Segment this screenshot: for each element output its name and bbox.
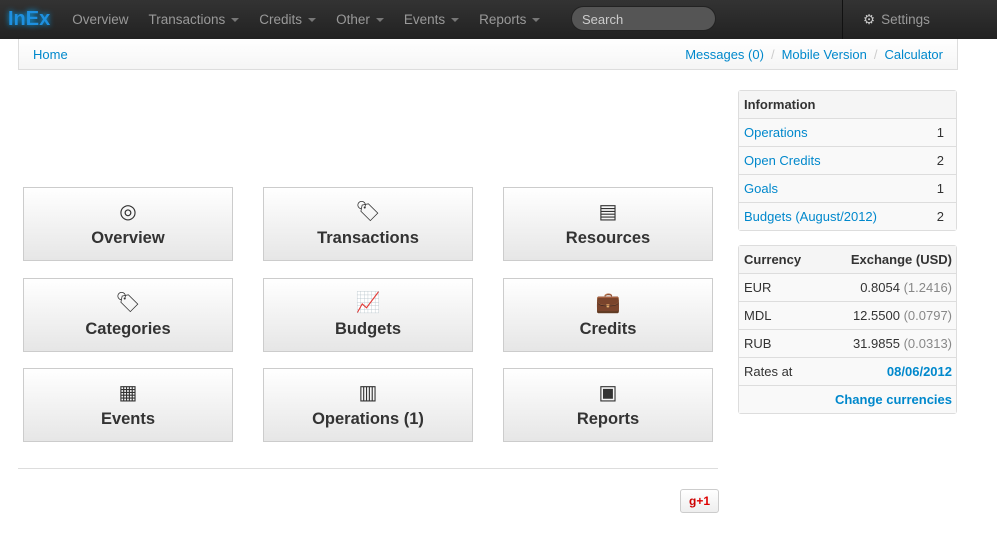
tile-categories[interactable]: 🏷 Categories	[23, 278, 233, 352]
nav-events[interactable]: Events	[394, 12, 469, 27]
tile-label: Resources	[565, 229, 651, 247]
caret-down-icon	[308, 17, 317, 22]
caret-down-icon	[231, 17, 240, 22]
change-currencies-link[interactable]: Change currencies	[835, 392, 952, 407]
info-row: Operations 1	[739, 118, 956, 146]
info-count: 2	[936, 153, 944, 168]
info-count: 1	[936, 181, 944, 196]
tile-label: Events	[100, 410, 156, 428]
panel-title: Information	[744, 97, 816, 112]
separator: /	[873, 46, 878, 62]
currency-row: EUR 0.8054 (1.2416)	[739, 273, 956, 301]
currency-header: Currency Exchange (USD)	[739, 246, 956, 273]
budgets-link[interactable]: Budgets (August/2012)	[744, 209, 877, 224]
rates-date-link[interactable]: 08/06/2012	[887, 364, 952, 379]
nav-reports[interactable]: Reports	[469, 12, 550, 27]
nav-label: Overview	[72, 12, 129, 27]
rates-at-label: Rates at	[744, 364, 793, 379]
nav-transactions[interactable]: Transactions	[139, 12, 250, 27]
brand-logo[interactable]: InEx	[8, 8, 50, 31]
briefcase-icon: 💼	[595, 292, 621, 314]
wallet-icon: ▤	[598, 201, 618, 223]
google-plus-button[interactable]: g+1	[680, 489, 719, 513]
navbar: InEx Overview Transactions Credits Other…	[0, 0, 997, 39]
tile-credits[interactable]: 💼 Credits	[503, 278, 713, 352]
currency-panel: Currency Exchange (USD) EUR 0.8054 (1.2416…	[738, 245, 957, 414]
panel-header: Information	[739, 91, 956, 118]
currency-code: EUR	[744, 280, 772, 295]
currency-code: RUB	[744, 336, 772, 351]
tile-label: Reports	[576, 410, 640, 428]
currency-row: MDL 12.5500 (0.0797)	[739, 301, 956, 329]
information-panel: Information Operations 1 Open Credits 2 Go…	[738, 90, 957, 231]
goals-link[interactable]: Goals	[744, 181, 778, 196]
tile-label: Overview	[91, 229, 165, 247]
gplus-label: +1	[696, 494, 711, 508]
tile-operations[interactable]: ▥ Operations (1)	[263, 368, 473, 442]
receipt-icon: ▥	[358, 382, 378, 404]
tile-overview[interactable]: ◎ Overview	[23, 187, 233, 261]
info-row: Open Credits 2	[739, 146, 956, 174]
tag-icon: 🏷	[355, 201, 381, 223]
breadcrumb-home[interactable]: Home	[33, 47, 68, 62]
caret-down-icon	[532, 17, 541, 22]
top-links: Messages (0) / Mobile Version / Calculator	[685, 47, 943, 62]
open-credits-link[interactable]: Open Credits	[744, 153, 821, 168]
inverse-rate: (0.0313)	[903, 336, 952, 351]
inverse-rate: (1.2416)	[903, 280, 952, 295]
nav-label: Transactions	[148, 12, 226, 27]
chart-icon: 📈	[355, 292, 381, 314]
nav-other[interactable]: Other	[326, 12, 394, 27]
divider	[18, 468, 718, 469]
calculator-link[interactable]: Calculator	[884, 47, 943, 62]
info-count: 2	[936, 209, 944, 224]
col-exchange: Exchange (USD)	[850, 252, 952, 267]
rate: 12.5500	[852, 308, 900, 323]
inverse-rate: (0.0797)	[903, 308, 952, 323]
rate: 0.8054	[860, 280, 900, 295]
tile-label: Budgets	[335, 320, 401, 338]
info-count: 1	[936, 125, 944, 140]
tile-transactions[interactable]: 🏷 Transactions	[263, 187, 473, 261]
nav-label: Events	[403, 12, 446, 27]
radar-icon: ◎	[119, 201, 137, 223]
caret-down-icon	[451, 17, 460, 22]
currency-row: RUB 31.9855 (0.0313)	[739, 329, 956, 357]
presentation-icon: ▣	[598, 382, 618, 404]
calendar-icon: ▦	[118, 382, 138, 404]
tile-events[interactable]: ▦ Events	[23, 368, 233, 442]
tile-reports[interactable]: ▣ Reports	[503, 368, 713, 442]
settings-label: Settings	[881, 12, 930, 27]
separator: /	[770, 46, 775, 62]
operations-link[interactable]: Operations	[744, 125, 808, 140]
caret-down-icon	[375, 17, 384, 22]
nav-label: Credits	[259, 12, 303, 27]
info-row: Budgets (August/2012) 2	[739, 202, 956, 230]
tile-label: Transactions	[317, 229, 419, 247]
nav-label: Reports	[479, 12, 527, 27]
nav-credits[interactable]: Credits	[249, 12, 326, 27]
nav-overview[interactable]: Overview	[62, 12, 138, 27]
messages-link[interactable]: Messages (0)	[685, 47, 764, 62]
tile-label: Categories	[85, 320, 171, 338]
change-row: Change currencies	[739, 385, 956, 413]
rates-date-row: Rates at 08/06/2012	[739, 357, 956, 385]
gear-icon: ⚙	[863, 11, 876, 27]
tile-label: Credits	[579, 320, 637, 338]
settings-button[interactable]: ⚙ Settings	[842, 0, 997, 39]
tile-resources[interactable]: ▤ Resources	[503, 187, 713, 261]
tags-icon: 🏷	[115, 292, 141, 314]
nav-label: Other	[336, 12, 370, 27]
tile-label: Operations (1)	[312, 410, 424, 428]
info-row: Goals 1	[739, 174, 956, 202]
rate: 31.9855	[852, 336, 900, 351]
breadcrumb: Home Messages (0) / Mobile Version / Calcula…	[18, 39, 958, 70]
col-currency: Currency	[744, 252, 802, 267]
mobile-version-link[interactable]: Mobile Version	[782, 47, 867, 62]
search-input[interactable]: Search	[571, 6, 716, 31]
currency-code: MDL	[744, 308, 772, 323]
tile-budgets[interactable]: 📈 Budgets	[263, 278, 473, 352]
